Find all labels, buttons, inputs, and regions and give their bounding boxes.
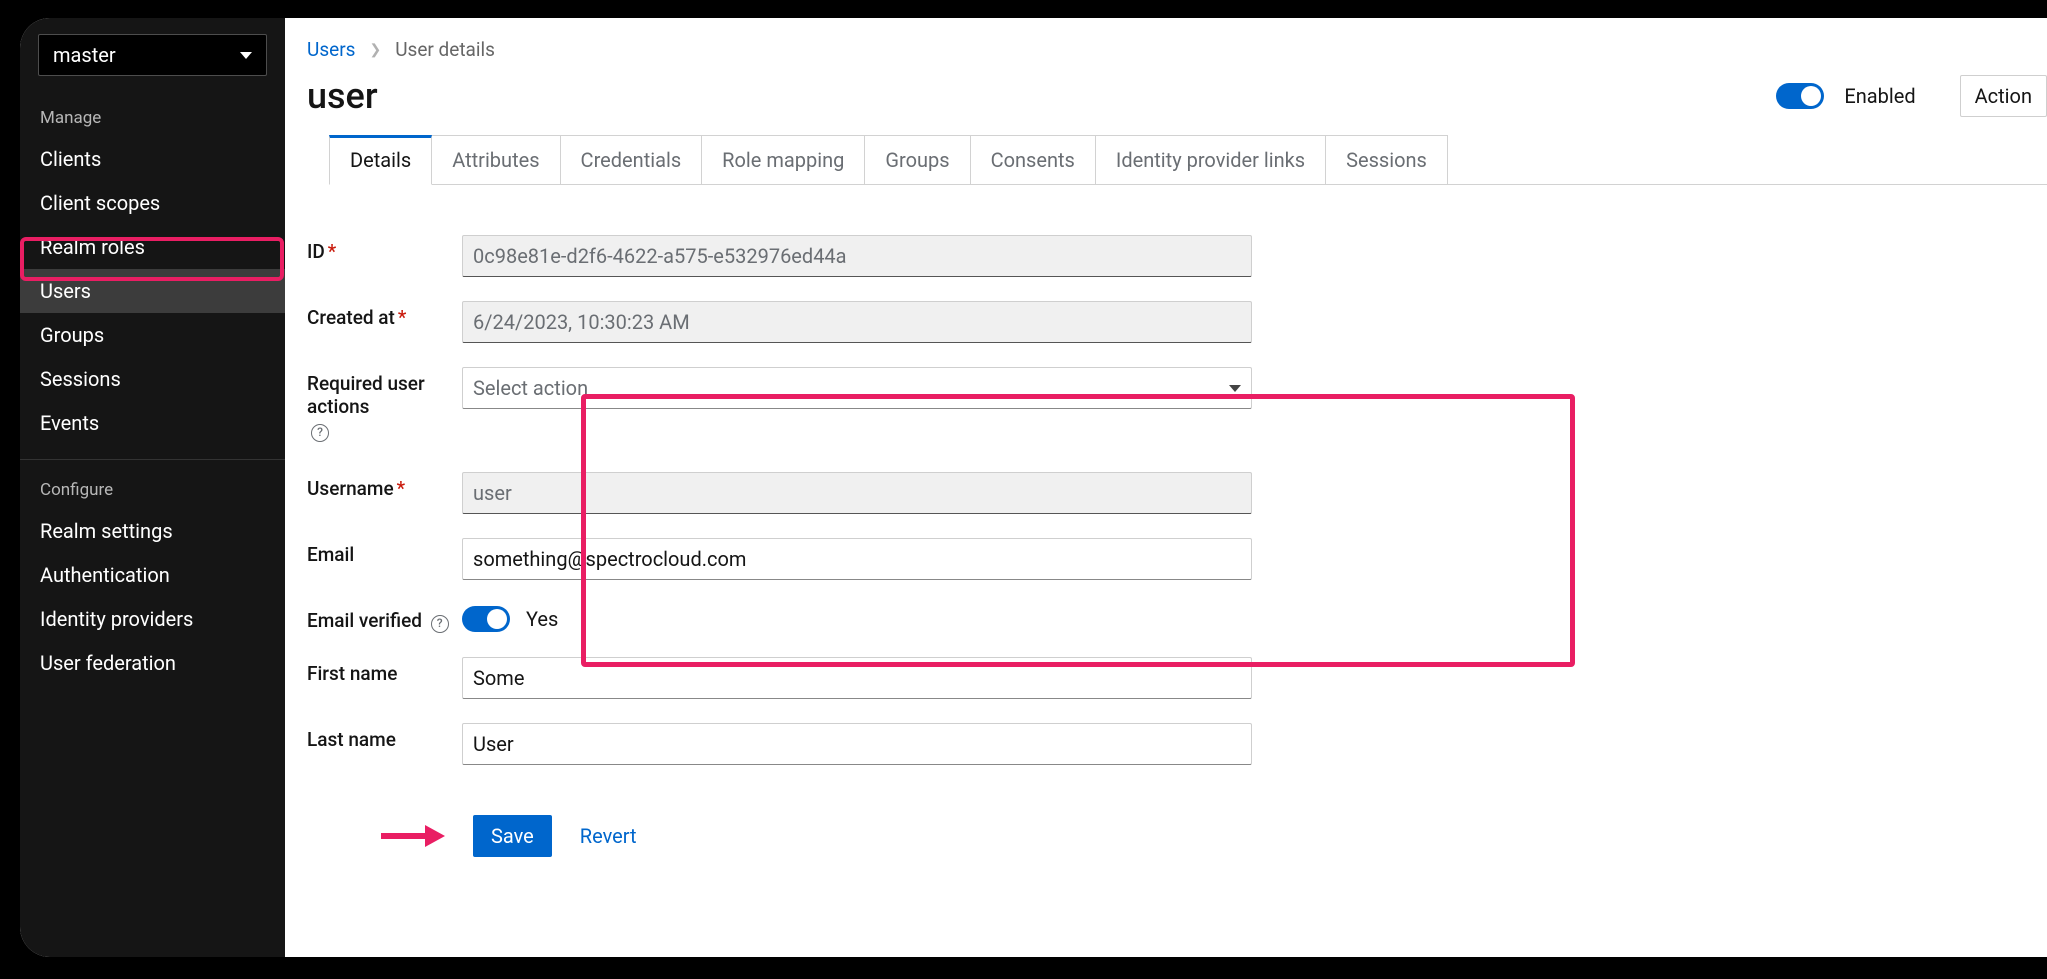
app-window: master Manage Clients Client scopes Real… [20, 18, 2047, 957]
enabled-label: Enabled [1844, 84, 1915, 108]
sidebar-item-user-federation[interactable]: User federation [20, 641, 285, 685]
tabs: Details Attributes Credentials Role mapp… [329, 135, 2047, 185]
sidebar-section-manage: Manage [20, 88, 285, 137]
lastname-field[interactable] [462, 723, 1252, 765]
form-footer: Save Revert [307, 777, 2047, 857]
created-field [462, 301, 1252, 343]
username-label: Username* [307, 472, 462, 500]
breadcrumb-current: User details [395, 38, 495, 61]
username-field [462, 472, 1252, 514]
realm-selector-label: master [53, 43, 116, 67]
firstname-field[interactable] [462, 657, 1252, 699]
sidebar-item-identity-providers[interactable]: Identity providers [20, 597, 285, 641]
action-button[interactable]: Action [1960, 75, 2047, 117]
tab-role-mapping[interactable]: Role mapping [702, 135, 865, 184]
revert-button[interactable]: Revert [580, 824, 637, 848]
firstname-label: First name [307, 657, 462, 685]
chevron-down-icon [240, 52, 252, 59]
save-button[interactable]: Save [473, 815, 552, 857]
realm-selector[interactable]: master [38, 34, 267, 76]
chevron-down-icon [1229, 385, 1241, 392]
chevron-right-icon: ❯ [369, 42, 381, 58]
email-field[interactable] [462, 538, 1252, 580]
sidebar-item-authentication[interactable]: Authentication [20, 553, 285, 597]
lastname-label: Last name [307, 723, 462, 751]
sidebar-item-clients[interactable]: Clients [20, 137, 285, 181]
sidebar-item-sessions[interactable]: Sessions [20, 357, 285, 401]
tab-attributes[interactable]: Attributes [432, 135, 560, 184]
toggle-knob [487, 609, 507, 629]
tab-identity-provider-links[interactable]: Identity provider links [1096, 135, 1326, 184]
email-label: Email [307, 538, 462, 566]
email-verified-toggle[interactable] [462, 606, 510, 632]
sidebar-item-groups[interactable]: Groups [20, 313, 285, 357]
sidebar-item-events[interactable]: Events [20, 401, 285, 445]
page-header: user Enabled Action [307, 75, 2047, 135]
toggle-knob [1801, 86, 1821, 106]
enabled-toggle[interactable] [1776, 83, 1824, 109]
sidebar-item-users[interactable]: Users [20, 269, 285, 313]
main-content: Users ❯ User details user Enabled Action… [285, 18, 2047, 957]
required-actions-label: Required user actions ? [307, 367, 462, 442]
help-icon[interactable]: ? [311, 424, 329, 442]
id-field [462, 235, 1252, 277]
email-verified-label: Email verified ? [307, 604, 462, 633]
required-actions-select[interactable]: Select action [462, 367, 1252, 409]
tab-details[interactable]: Details [329, 135, 432, 185]
breadcrumb-users[interactable]: Users [307, 38, 355, 61]
sidebar-item-realm-roles[interactable]: Realm roles [20, 225, 285, 269]
help-icon[interactable]: ? [431, 615, 449, 633]
breadcrumb: Users ❯ User details [307, 38, 2047, 75]
sidebar: master Manage Clients Client scopes Real… [20, 18, 285, 957]
created-label: Created at* [307, 301, 462, 329]
tab-groups[interactable]: Groups [865, 135, 970, 184]
form-area: ID* Created at* Required user actions ? [307, 185, 2047, 857]
tab-sessions[interactable]: Sessions [1326, 135, 1448, 184]
page-title: user [307, 75, 1756, 117]
email-verified-value: Yes [526, 607, 558, 631]
required-actions-placeholder: Select action [473, 376, 588, 400]
sidebar-section-configure: Configure [20, 459, 285, 509]
sidebar-item-client-scopes[interactable]: Client scopes [20, 181, 285, 225]
id-label: ID* [307, 235, 462, 263]
sidebar-item-realm-settings[interactable]: Realm settings [20, 509, 285, 553]
arrow-icon [379, 823, 445, 849]
tab-consents[interactable]: Consents [971, 135, 1096, 184]
tab-credentials[interactable]: Credentials [561, 135, 703, 184]
